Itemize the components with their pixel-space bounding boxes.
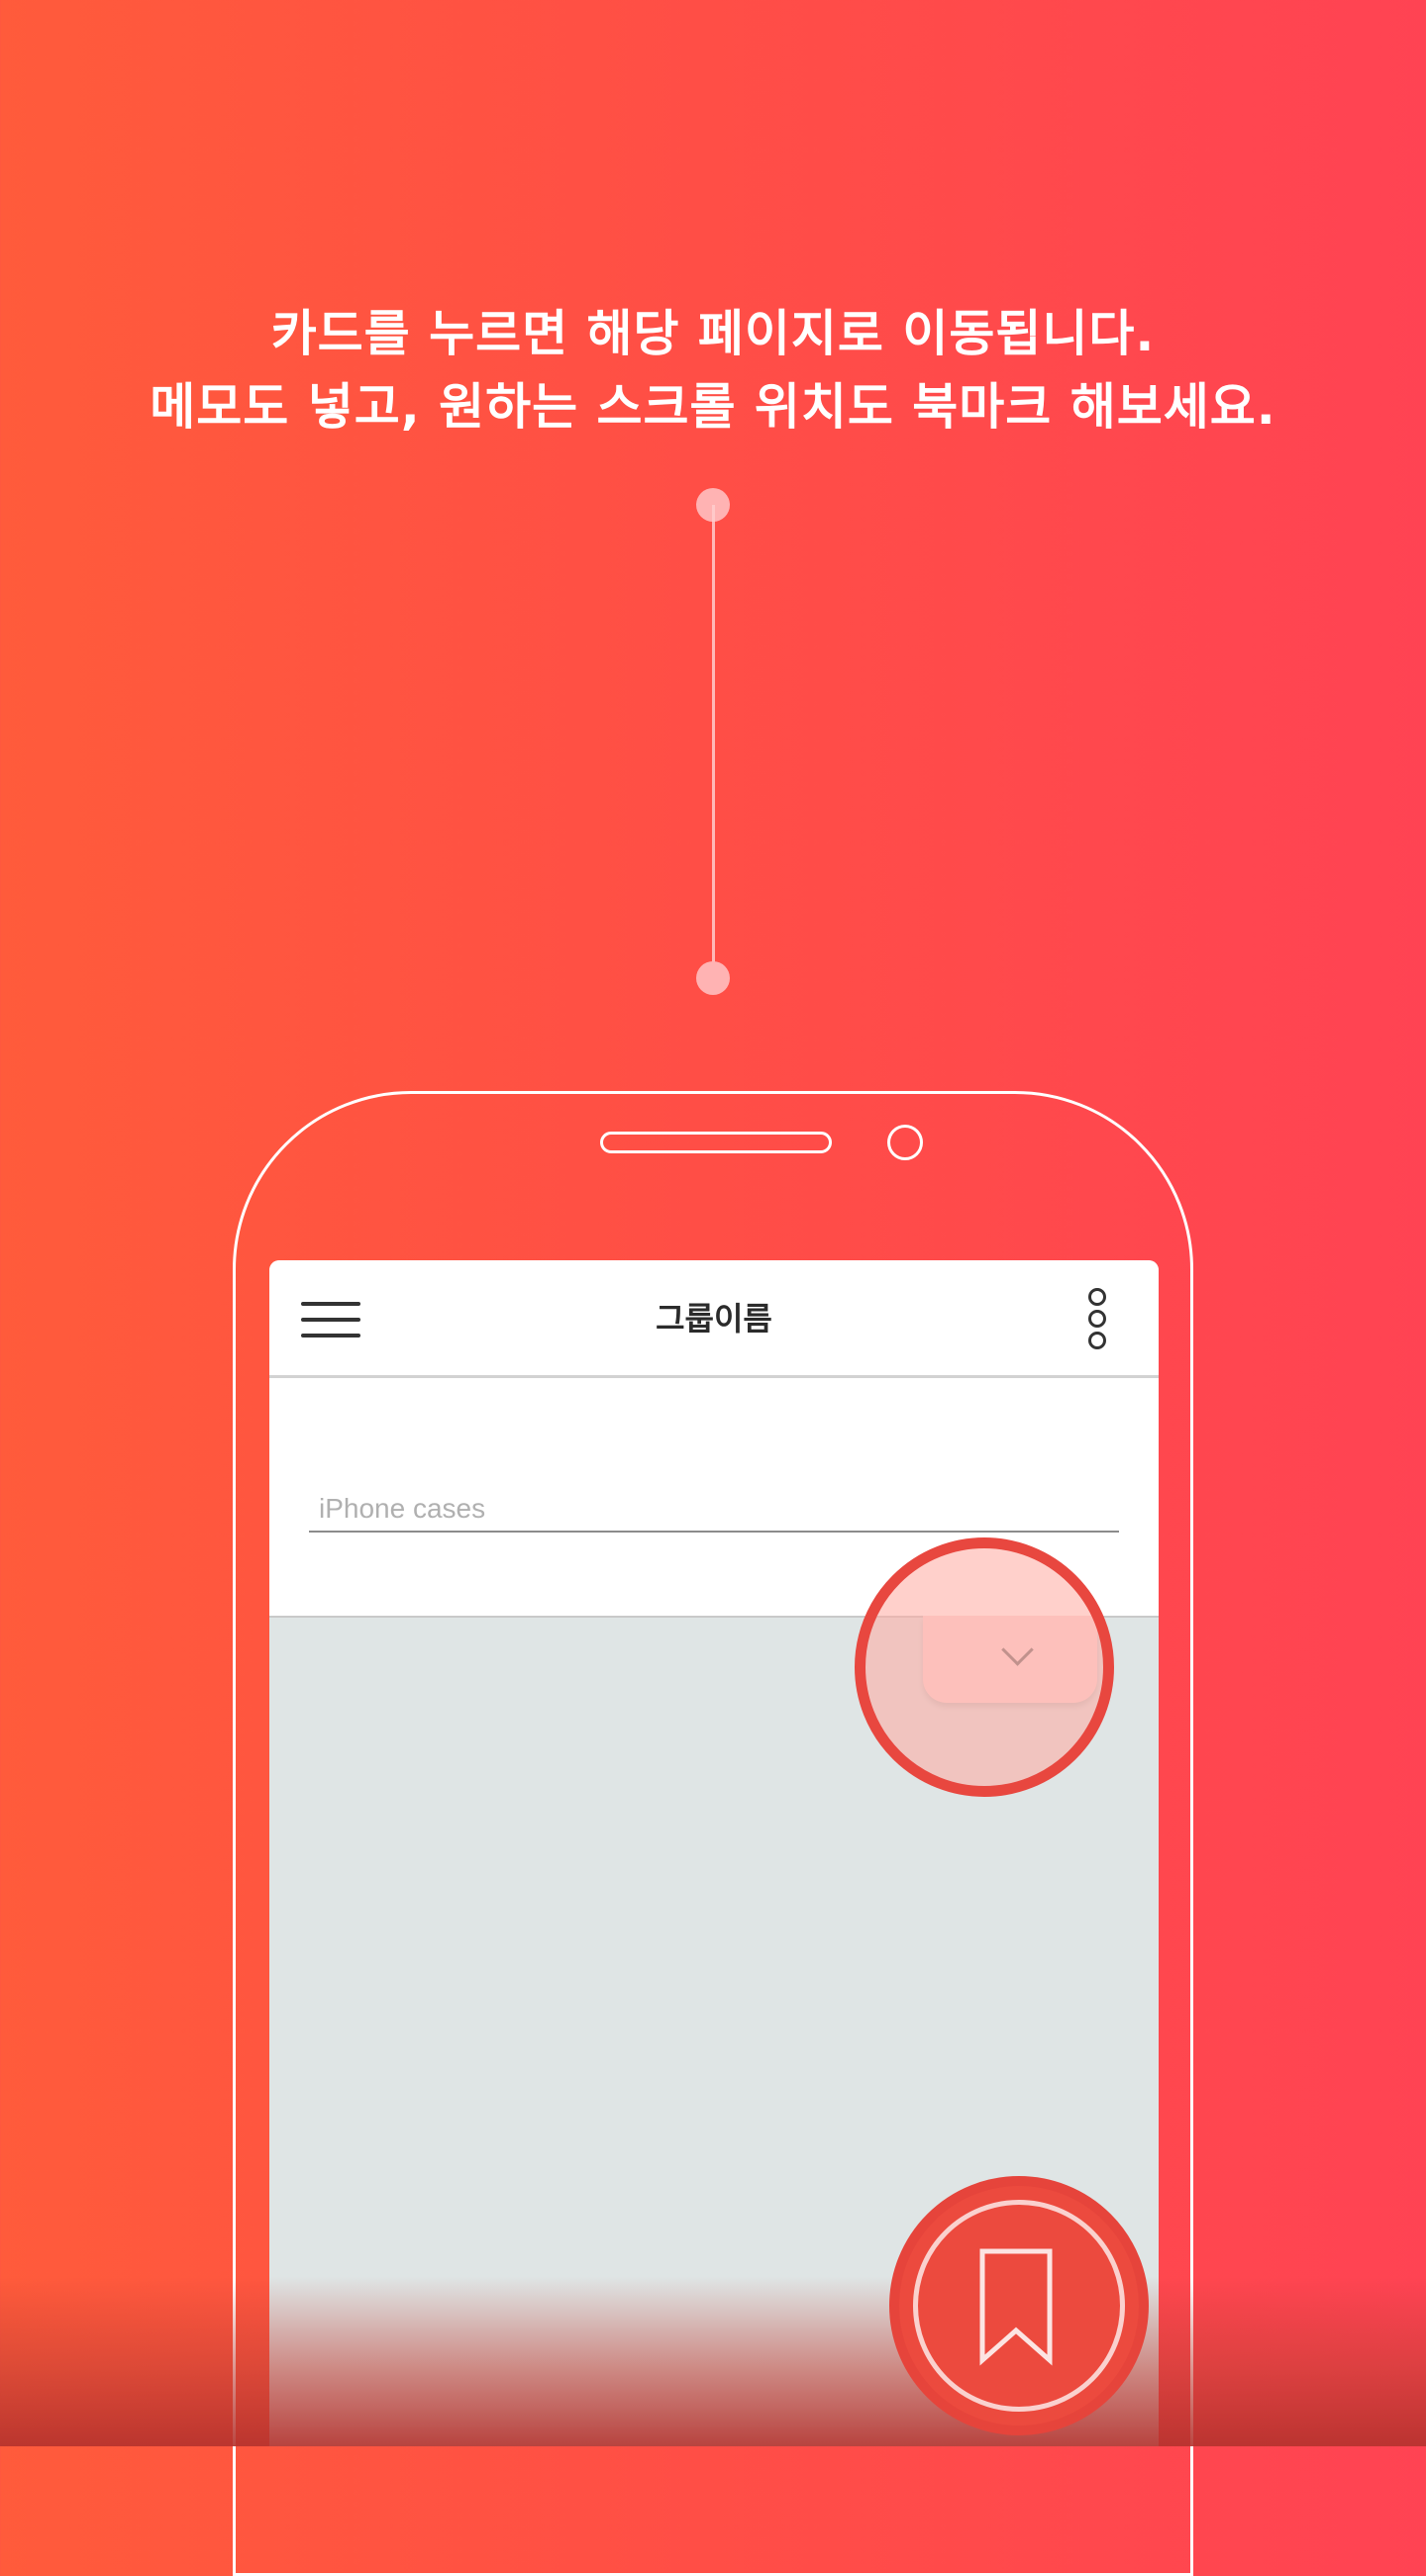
connector-bottom-dot — [696, 961, 730, 995]
app-title: 그룹이름 — [656, 1300, 772, 1338]
headline-line-2: 메모도 넣고, 원하는 스크롤 위치도 북마크 해보세요. — [150, 378, 1276, 436]
intro-headline: 카드를 누르면 해당 페이지로 이동됩니다. 메모도 넣고, 원하는 스크롤 위… — [0, 297, 1426, 444]
bookmark-icon — [979, 2248, 1053, 2366]
connector-line — [712, 505, 715, 978]
more-vertical-icon[interactable] — [1087, 1288, 1107, 1351]
bottom-fade — [0, 2277, 1426, 2446]
memo-placeholder: iPhone cases — [319, 1493, 486, 1524]
highlight-ring — [855, 1537, 1114, 1797]
memo-input[interactable]: iPhone cases — [309, 1493, 1119, 1533]
phone-camera — [887, 1125, 923, 1160]
app-bar: 그룹이름 — [269, 1260, 1159, 1378]
phone-speaker — [600, 1132, 832, 1153]
headline-line-1: 카드를 누르면 해당 페이지로 이동됩니다. — [270, 305, 1156, 362]
